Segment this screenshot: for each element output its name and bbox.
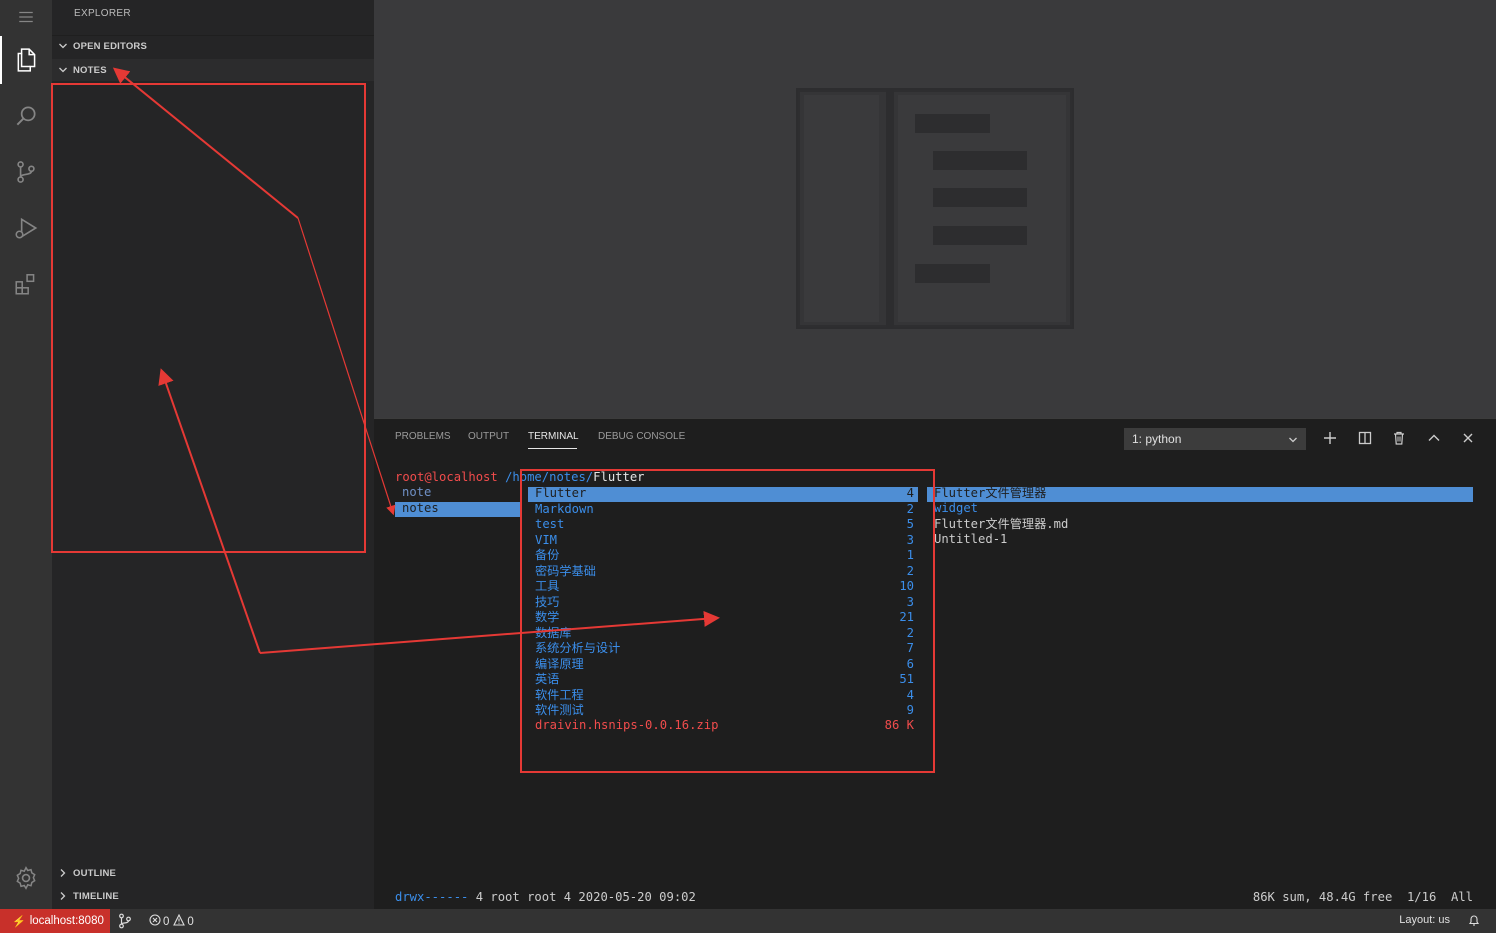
warning-count: 0 (187, 915, 194, 928)
split-icon (1358, 431, 1372, 445)
chevron-right-icon (53, 868, 73, 878)
prompt-user: root@localhost (395, 470, 498, 484)
terminal-footer-right: 86K sum, 48.4G free 1/16 All (1252, 890, 1473, 904)
editor-area (374, 0, 1496, 418)
branch-icon[interactable] (118, 913, 132, 932)
source-control-icon[interactable] (0, 148, 52, 196)
tab-problems[interactable]: PROBLEMS (395, 431, 451, 442)
new-terminal-button[interactable] (1320, 428, 1340, 448)
maximize-panel-button[interactable] (1424, 428, 1444, 448)
error-icon (149, 914, 161, 929)
open-editors-label: OPEN EDITORS (73, 40, 148, 52)
activity-bar (0, 0, 52, 909)
status-bar: ⚡ localhost:8080 0 0 Layout: us (0, 909, 1496, 933)
chevron-down-icon (1288, 434, 1298, 448)
settings-gear-icon[interactable] (0, 854, 52, 902)
footer-info: 4 root root 4 2020-05-20 09:02 (468, 890, 696, 904)
open-editors-section[interactable]: OPEN EDITORS (52, 35, 374, 57)
plus-icon (1324, 432, 1336, 444)
tab-terminal[interactable]: TERMINAL (528, 431, 579, 442)
files-icon[interactable] (0, 36, 52, 84)
notes-label: NOTES (73, 64, 107, 76)
close-panel-button[interactable] (1458, 428, 1478, 448)
chevron-down-icon (53, 65, 73, 75)
error-count: 0 (163, 915, 170, 928)
notes-section[interactable]: NOTES (52, 59, 374, 81)
left-col-item: note (402, 485, 432, 499)
annotation-box-terminal (520, 469, 935, 773)
tab-output[interactable]: OUTPUT (468, 431, 509, 442)
search-icon[interactable] (0, 92, 52, 140)
right-col-item: widget (934, 501, 979, 515)
right-col-item-selected: Flutter文件管理器 (934, 486, 1047, 500)
keyboard-layout[interactable]: Layout: us (1399, 914, 1450, 926)
timeline-section[interactable]: TIMELINE (52, 885, 374, 907)
outline-label: OUTLINE (73, 867, 117, 879)
active-tab-indicator (528, 448, 577, 449)
chevron-right-icon (53, 891, 73, 901)
right-col-item: Untitled-1 (934, 532, 1008, 546)
tab-debug-console[interactable]: DEBUG CONSOLE (598, 431, 685, 442)
extensions-icon[interactable] (0, 260, 52, 308)
bell-icon[interactable] (1468, 914, 1480, 930)
trash-icon (1394, 431, 1404, 445)
editor-watermark-logo (796, 88, 1074, 329)
terminal-select[interactable]: 1: python (1124, 428, 1306, 450)
outline-section[interactable]: OUTLINE (52, 862, 374, 884)
chevron-down-icon (53, 41, 73, 51)
remote-label: localhost:8080 (29, 915, 104, 927)
warning-icon (173, 913, 186, 929)
explorer-title: EXPLORER (74, 8, 131, 19)
footer-permissions: drwx------ (395, 890, 469, 904)
menu-icon[interactable] (0, 0, 52, 34)
right-col-item: Flutter文件管理器.md (934, 517, 1069, 531)
remote-icon: ⚡ (12, 915, 26, 928)
left-col-item-selected: notes (402, 501, 439, 515)
annotation-box-sidebar (51, 83, 366, 553)
problems-indicator[interactable]: 0 0 (149, 913, 194, 929)
kill-terminal-button[interactable] (1389, 428, 1409, 448)
run-debug-icon[interactable] (0, 204, 52, 252)
remote-indicator[interactable]: ⚡ localhost:8080 (0, 909, 110, 933)
chevron-up-icon (1428, 434, 1440, 441)
timeline-label: TIMELINE (73, 890, 119, 902)
terminal-footer-left: drwx------ 4 root root 4 2020-05-20 09:0… (395, 890, 696, 906)
split-terminal-button[interactable] (1355, 428, 1375, 448)
close-icon (1463, 433, 1473, 443)
terminal-select-value: 1: python (1132, 432, 1182, 446)
